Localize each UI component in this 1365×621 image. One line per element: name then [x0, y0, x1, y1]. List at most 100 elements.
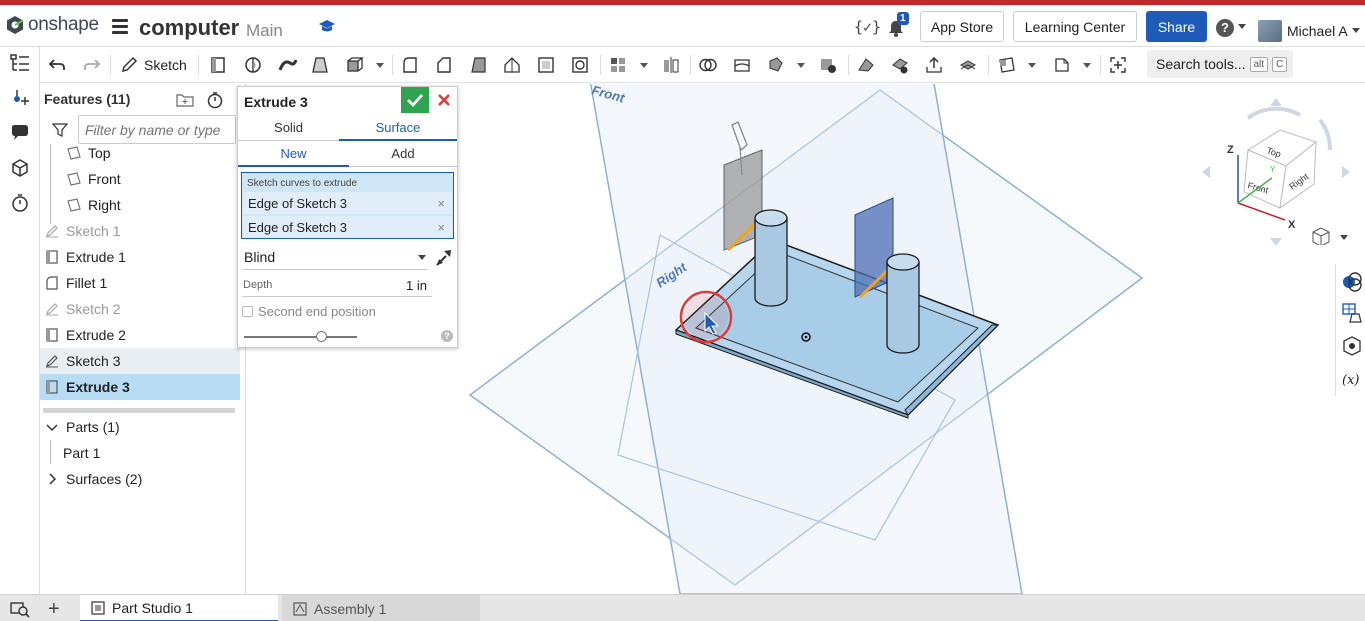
- list-item[interactable]: Extrude 3: [40, 374, 240, 400]
- hole-icon[interactable]: [568, 53, 592, 77]
- rollback-timer-icon[interactable]: [206, 91, 224, 109]
- extrude-icon[interactable]: [206, 53, 230, 77]
- linear-pattern-icon[interactable]: [606, 53, 630, 77]
- parts-group-header[interactable]: Parts (1): [40, 414, 240, 440]
- surfaces-group-header[interactable]: Surfaces (2): [40, 466, 240, 492]
- tab-add[interactable]: Add: [349, 141, 457, 167]
- mate-connector-icon[interactable]: [9, 87, 31, 109]
- flip-direction-icon[interactable]: [434, 247, 454, 267]
- comments-icon[interactable]: [9, 122, 31, 144]
- redo-icon[interactable]: [80, 53, 104, 77]
- delete-part-icon[interactable]: [816, 53, 840, 77]
- remove-selection-icon[interactable]: ×: [437, 196, 445, 211]
- arrow-up-icon[interactable]: [1270, 98, 1282, 106]
- tab-assembly[interactable]: Assembly 1: [282, 595, 480, 621]
- list-item[interactable]: Sketch 3: [40, 348, 240, 374]
- replace-face-icon[interactable]: [956, 53, 980, 77]
- tab-surface[interactable]: Surface: [339, 115, 457, 141]
- list-item[interactable]: Front: [40, 166, 240, 192]
- main-menu-icon[interactable]: [112, 19, 128, 34]
- sheet-metal-icon[interactable]: [1050, 53, 1074, 77]
- help-chevron-down-icon[interactable]: [1238, 24, 1246, 29]
- thicken-icon[interactable]: [342, 53, 366, 77]
- rotate-arc-icon[interactable]: [1318, 118, 1333, 151]
- arrow-down-icon[interactable]: [1270, 238, 1282, 245]
- chevron-down-icon[interactable]: [1083, 63, 1091, 68]
- list-item[interactable]: Part 1: [40, 440, 240, 466]
- move-face-icon[interactable]: [922, 53, 946, 77]
- rotate-arc-icon[interactable]: [1246, 106, 1301, 120]
- delete-face-icon[interactable]: [888, 53, 912, 77]
- list-item[interactable]: Fillet 1: [40, 270, 240, 296]
- onshape-logo[interactable]: onshape: [6, 14, 99, 36]
- user-name[interactable]: Michael A: [1287, 23, 1348, 39]
- list-item[interactable]: Right: [40, 192, 240, 218]
- chevron-down-icon[interactable]: [1028, 63, 1036, 68]
- revolve-icon[interactable]: [241, 53, 265, 77]
- selection-item[interactable]: Edge of Sketch 3 ×: [243, 216, 452, 238]
- rollback-slider-thumb[interactable]: [316, 331, 327, 342]
- feature-list-icon[interactable]: [9, 52, 31, 74]
- rollback-bar[interactable]: [43, 408, 235, 413]
- tab-manager-icon[interactable]: [10, 600, 30, 618]
- filter-icon[interactable]: [52, 122, 68, 138]
- cancel-button[interactable]: [435, 90, 453, 110]
- help-icon[interactable]: ?: [1216, 19, 1234, 37]
- cylinder-1[interactable]: [754, 217, 788, 307]
- learning-center-button[interactable]: Learning Center: [1013, 11, 1137, 42]
- new-folder-icon[interactable]: [176, 93, 194, 107]
- list-item[interactable]: Top: [40, 140, 240, 166]
- plane-icon[interactable]: [995, 53, 1019, 77]
- add-custom-feature-icon[interactable]: [1106, 53, 1130, 77]
- split-icon[interactable]: [730, 53, 754, 77]
- tab-new[interactable]: New: [238, 141, 349, 167]
- selection-box[interactable]: Sketch curves to extrude Edge of Sketch …: [241, 172, 454, 239]
- add-tab-button[interactable]: +: [48, 598, 60, 621]
- list-item[interactable]: Extrude 2: [40, 322, 240, 348]
- rib-icon[interactable]: [500, 53, 524, 77]
- history-timer-icon[interactable]: [9, 192, 31, 214]
- list-item[interactable]: Sketch 2: [40, 296, 240, 322]
- view-cube[interactable]: Top Front Right Z X Y: [1200, 95, 1350, 245]
- transform-icon[interactable]: [764, 53, 788, 77]
- branch-name[interactable]: Main: [246, 21, 283, 41]
- properties-table-icon[interactable]: [1341, 302, 1363, 324]
- tab-solid[interactable]: Solid: [238, 115, 339, 141]
- selection-item[interactable]: Edge of Sketch 3 ×: [243, 192, 452, 214]
- chamfer-icon[interactable]: [432, 53, 456, 77]
- graduation-cap-icon[interactable]: [318, 17, 336, 35]
- sweep-icon[interactable]: [276, 53, 300, 77]
- boolean-icon[interactable]: [696, 53, 720, 77]
- share-button[interactable]: Share: [1146, 11, 1207, 42]
- arrow-left-icon[interactable]: [1202, 166, 1210, 178]
- help-icon[interactable]: ?: [441, 330, 453, 342]
- modify-fillet-icon[interactable]: [854, 53, 878, 77]
- display-mode-chevron-down-icon[interactable]: [1340, 235, 1348, 240]
- tab-part-studio[interactable]: Part Studio 1: [80, 595, 278, 621]
- fillet-icon[interactable]: [398, 53, 422, 77]
- loft-icon[interactable]: [308, 53, 332, 77]
- appearance-icon[interactable]: [1341, 270, 1363, 292]
- undo-icon[interactable]: [45, 53, 69, 77]
- shell-icon[interactable]: [534, 53, 558, 77]
- accept-button[interactable]: [401, 87, 429, 113]
- cylinder-2-top[interactable]: [886, 253, 920, 271]
- chevron-down-icon[interactable]: [797, 63, 805, 68]
- document-title[interactable]: computer: [139, 15, 239, 41]
- list-item[interactable]: Extrude 1: [40, 244, 240, 270]
- variables-fx-icon[interactable]: (x): [1341, 368, 1363, 390]
- list-item[interactable]: Sketch 1: [40, 218, 240, 244]
- second-end-checkbox[interactable]: [242, 306, 253, 317]
- arrow-right-icon[interactable]: [1342, 166, 1350, 178]
- user-chevron-down-icon[interactable]: [1352, 28, 1360, 33]
- cylinder-1-top[interactable]: [754, 209, 788, 227]
- cylinder-2[interactable]: [886, 261, 920, 354]
- depth-input[interactable]: 1 in: [406, 278, 427, 293]
- app-store-button[interactable]: App Store: [920, 11, 1004, 42]
- chevron-down-icon[interactable]: [418, 255, 426, 260]
- draft-icon[interactable]: [467, 53, 491, 77]
- sketch-button[interactable]: Sketch: [120, 53, 187, 77]
- chevron-down-icon[interactable]: [376, 63, 384, 68]
- search-tools-button[interactable]: Search tools... alt C: [1147, 50, 1293, 78]
- rollback-slider-track[interactable]: [244, 336, 357, 338]
